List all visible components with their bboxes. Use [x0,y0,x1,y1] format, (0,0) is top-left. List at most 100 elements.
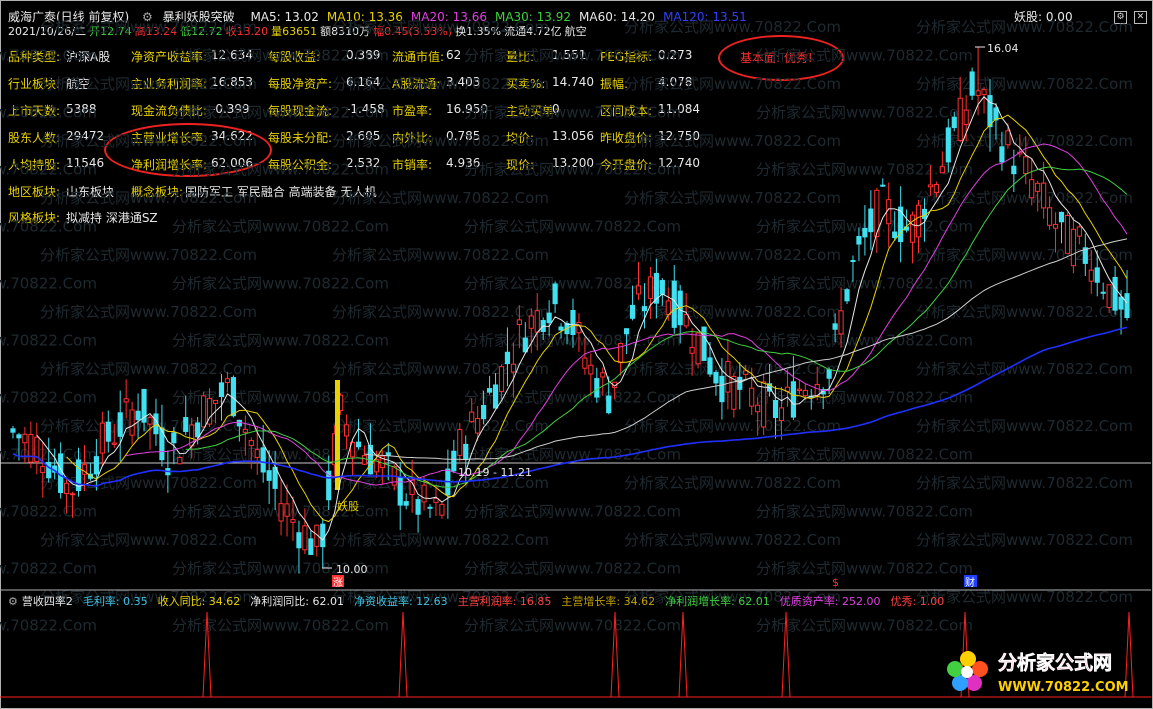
candle-body [850,260,856,263]
candle-body [28,434,34,463]
watermark: 分析家公式网www.70822.Com [172,617,389,635]
watermark: 分析家公式网www.70822.Com [332,360,549,378]
candle-body [64,482,70,495]
candle-body [1058,211,1065,223]
candle-body [624,328,630,335]
candle-body [492,384,499,409]
candle-body [272,466,278,489]
candle-body [671,280,677,328]
candle-body [1118,296,1124,310]
watermark: 分析家公式网www.70822.Com [624,18,841,36]
candle-body [838,310,844,335]
watermark: 分析家公式网www.70822.Com [0,218,97,236]
candle-body [647,276,654,299]
high-price-label: 16.04 [987,42,1019,55]
sub-panel-title[interactable]: 营收四率2 [22,595,73,608]
sub-panel-header: ⚙ 营收四率2 毛利率: 0.35 收入同比: 34.62 净利润同比: 62.01 净资… [8,593,952,609]
gear-icon[interactable]: ⚙ [8,595,18,608]
candle-body [570,310,576,335]
candle-body [99,422,105,454]
candle-body [629,304,636,319]
candle-body [93,456,99,475]
watermark: 分析家公式网www.70822.Com [332,531,549,549]
watermark: 分析家公式网www.70822.Com [40,189,257,207]
candle-body [802,389,808,397]
candle-body [290,519,296,523]
candle-body [308,538,314,555]
watermark: 分析家公式网www.70822.Com [40,360,257,378]
watermark: 分析家公式网www.70822.Com [332,132,549,150]
signal-spike [398,611,408,698]
candle-body [451,450,457,472]
watermark: 分析家公式网www.70822.Com [40,18,257,36]
candle-body [868,208,874,233]
candle-body [463,443,469,460]
candle-body [510,363,516,373]
candle-body [147,416,153,425]
watermark: 分析家公式网www.70822.Com [756,560,973,578]
candle-body [969,71,975,96]
candle-body [195,422,201,438]
sub-indicator-value: 净利润增长率: 62.01 [665,595,770,608]
candle-body [361,455,368,465]
watermark: 分析家公式网www.70822.Com [916,474,1133,492]
candle-body [236,419,242,427]
candle-body [659,280,665,295]
candle-body [552,283,558,305]
candle-body [129,409,135,436]
candle-body [713,371,719,384]
candle-body [1046,207,1053,226]
candle-body [1100,291,1106,294]
candle-body [635,285,642,295]
sub-indicator-value: 优质资产率: 252.00 [779,595,881,608]
candle-body [504,351,511,365]
watermark: 分析家公式网www.70822.Com [172,161,389,179]
candle-body [16,434,22,439]
watermark: 分析家公式网www.70822.Com [464,47,681,65]
sub-indicator-value: 优秀: 1.00 [890,595,945,608]
sub-indicator-value: 主营利润率: 16.85 [457,595,552,608]
candle-body [945,127,951,163]
candle-body [558,326,564,331]
watermark: 分析家公式网www.70822.Com [624,531,841,549]
watermark: 分析家公式网www.70822.Com [0,104,97,122]
watermark: 分析家公式网www.70822.Com [172,47,389,65]
candle-body [516,319,522,325]
candle-body [1041,182,1047,209]
candle-body [171,432,177,444]
watermark: 分析家公式网www.70822.Com [40,132,257,150]
candle-body [22,433,28,444]
candle-body [1064,214,1071,254]
candle-body [927,184,934,188]
watermark: 分析家公式网www.70822.Com [756,617,973,635]
watermark: 分析家公式网www.70822.Com [916,531,1133,549]
candle-body [1088,269,1094,282]
candle-body [302,525,308,551]
candle-body [457,429,463,456]
watermark: 分析家公式网www.70822.Com [0,275,97,293]
watermark: 分析家公式网www.70822.Com [172,218,389,236]
candle-body [588,364,594,375]
candle-body [218,382,225,398]
flower-icon [947,651,988,691]
candle-body [933,184,939,194]
candle-body [46,461,52,479]
watermark: 分析家公式网www.70822.Com [624,474,841,492]
candle-body [707,357,713,375]
candle-body [320,523,326,548]
ma30-line [185,166,1128,488]
watermark: 分析家公式网www.70822.Com [0,560,97,578]
tag-cai: 财 [965,576,975,589]
candle-body [498,366,505,392]
candle-body [355,441,362,448]
candle-body [844,289,850,302]
candle-body [260,447,266,473]
candle-body [1106,284,1112,308]
watermark: 分析家公式网www.70822.Com [332,246,549,264]
candle-body [105,421,111,442]
candle-body [1052,223,1059,229]
candle-body [749,387,755,407]
candle-body [397,476,403,506]
candle-body [963,109,969,126]
watermark: 分析家公式网www.70822.Com [916,417,1133,435]
